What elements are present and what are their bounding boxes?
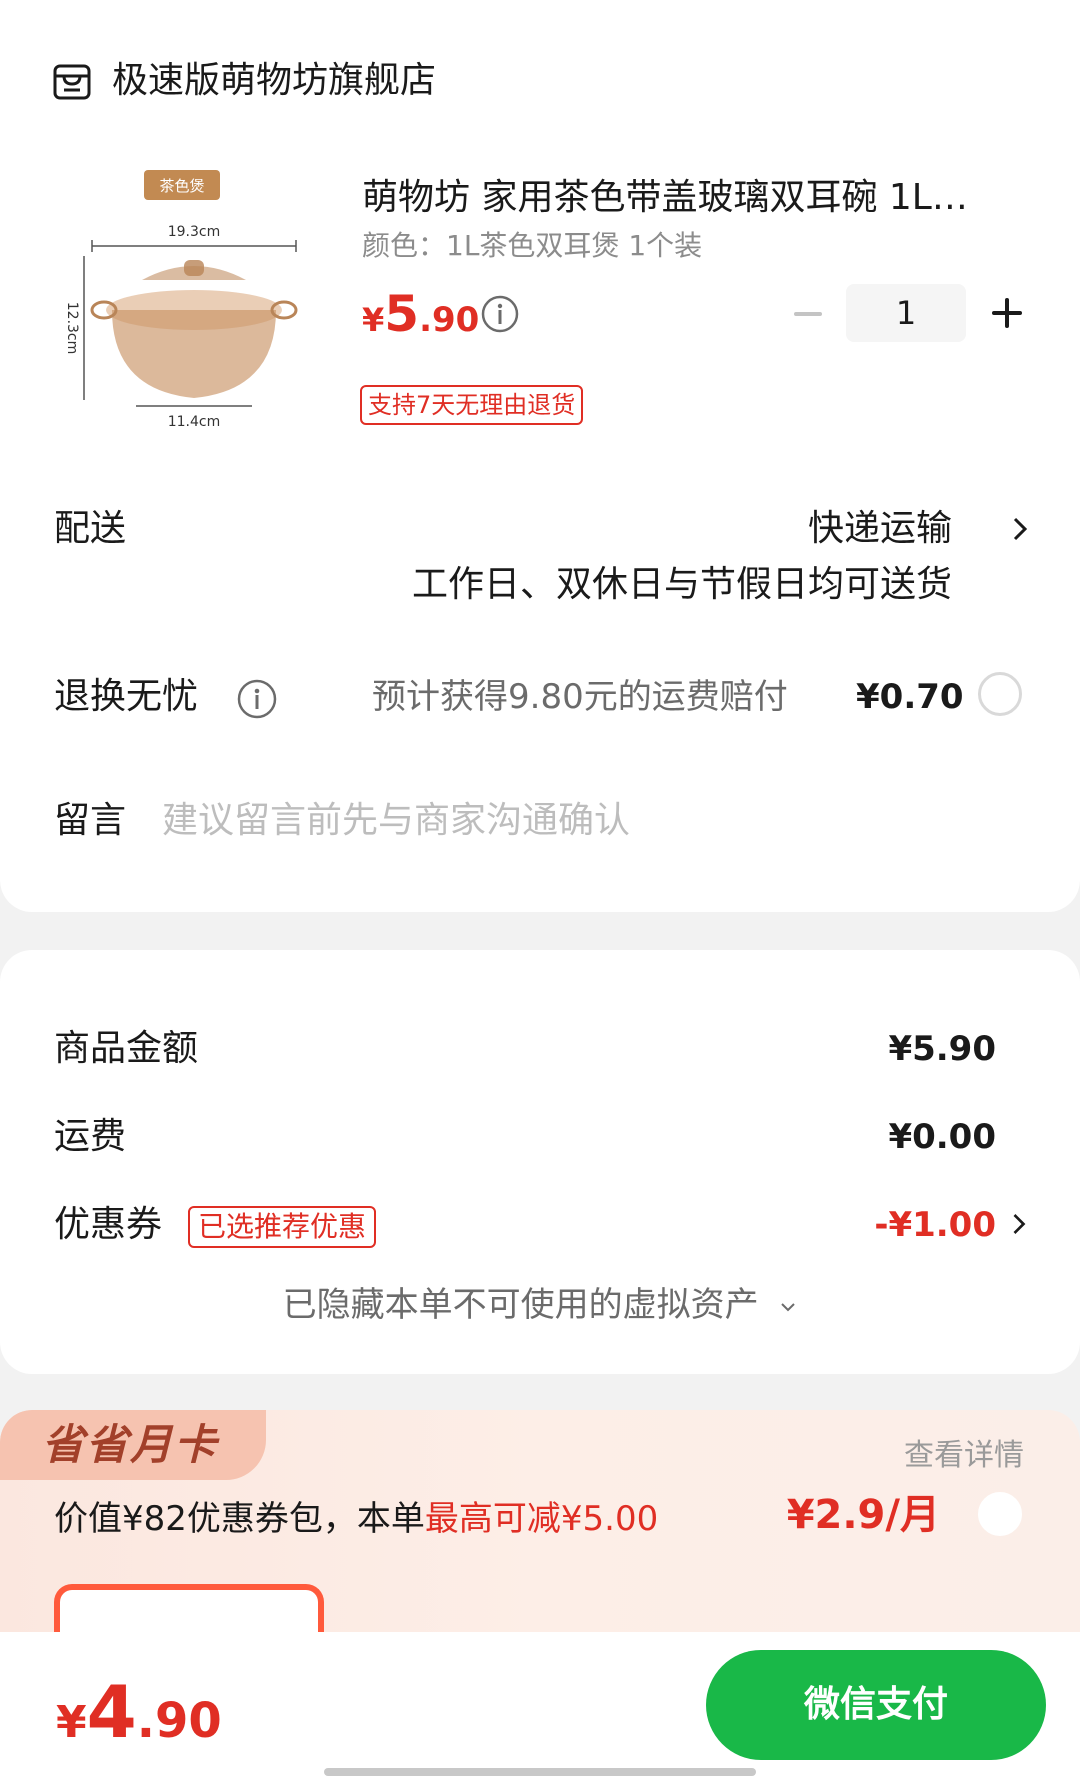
coupon-label: 优惠券 <box>54 1204 163 1245</box>
product-title[interactable]: 萌物坊 家用茶色带盖玻璃双耳碗 1L… <box>362 172 1012 224</box>
shipping-label: 运费 <box>54 1116 127 1157</box>
returns-price: ¥0.70 <box>856 677 964 717</box>
home-indicator[interactable] <box>324 1768 756 1776</box>
shipping-value: ¥0.00 <box>888 1117 996 1157</box>
goods-amount-label: 商品金额 <box>54 1028 199 1069</box>
hidden-assets-toggle[interactable]: 已隐藏本单不可使用的虚拟资产 <box>0 1280 1080 1330</box>
promo-description: 价值¥82优惠券包，本单最高可减¥5.00 <box>54 1494 658 1544</box>
promo-tag: 省省月卡 <box>0 1410 266 1480</box>
quantity-minus-button[interactable] <box>788 294 828 334</box>
delivery-method[interactable]: 快递运输 <box>808 504 952 554</box>
promo-radio[interactable] <box>978 1492 1022 1536</box>
goods-amount-value: ¥5.90 <box>888 1029 996 1069</box>
chevron-down-icon <box>781 1302 796 1311</box>
quantity-plus-button[interactable] <box>986 292 1028 334</box>
dim-base: 11.4cm <box>168 414 221 430</box>
returns-label: 退换无忧 <box>54 676 199 717</box>
quantity-value[interactable]: 1 <box>846 284 966 342</box>
store-name[interactable]: 极速版萌物坊旗舰店 <box>112 56 436 106</box>
wechat-pay-button[interactable]: 微信支付 <box>706 1650 1046 1760</box>
dim-height: 12.3cm <box>64 302 80 355</box>
info-icon[interactable] <box>480 294 520 334</box>
total-price: ¥4.90 <box>56 1672 222 1772</box>
promo-desc-highlight: 最高可减¥5.00 <box>424 1499 659 1539</box>
product-image-tag: 茶色煲 <box>159 177 204 195</box>
product-image[interactable]: 茶色煲 19.3cm 12.3cm 11.4cm <box>52 160 312 440</box>
promo-tag-text: 省省月卡 <box>42 1420 219 1469</box>
product-spec[interactable]: 颜色：1L茶色双耳煲 1个装 <box>362 226 702 266</box>
promo-price: ¥2.9/月 <box>786 1492 940 1538</box>
coupon-badge: 已选推荐优惠 <box>188 1206 377 1248</box>
returns-radio[interactable] <box>978 672 1022 716</box>
order-card: 极速版萌物坊旗舰店 茶色煲 19.3cm 12.3cm 11.4cm 萌物坊 家… <box>0 0 1080 912</box>
price-currency: ¥ <box>362 301 385 339</box>
info-icon[interactable] <box>236 678 278 720</box>
return-policy-badge: 支持7天无理由退货 <box>360 385 584 425</box>
hidden-assets-text: 已隐藏本单不可使用的虚拟资产 <box>282 1285 759 1325</box>
chevron-right-icon[interactable] <box>1010 514 1030 544</box>
delivery-note: 工作日、双休日与节假日均可送货 <box>411 564 952 605</box>
chevron-right-icon[interactable] <box>1010 1210 1028 1238</box>
coupon-discount[interactable]: -¥1.00 <box>874 1200 996 1250</box>
returns-description: 预计获得9.80元的运费赔付 <box>372 677 788 717</box>
delivery-label: 配送 <box>54 508 127 549</box>
price-decimal: .90 <box>419 300 480 340</box>
store-icon <box>53 64 91 100</box>
message-label: 留言 <box>54 800 127 841</box>
checkout-bar: ¥4.90 微信支付 <box>0 1632 1080 1780</box>
product-price: ¥5.90 <box>362 284 479 356</box>
price-integer: 5 <box>384 285 420 343</box>
total-currency: ¥ <box>56 1697 87 1748</box>
total-integer: 4 <box>86 1670 137 1754</box>
view-details-link[interactable]: 查看详情 <box>904 1434 1024 1478</box>
message-input[interactable]: 建议留言前先与商家沟通确认 <box>162 796 630 846</box>
promo-desc-prefix: 价值¥82优惠券包，本单 <box>54 1499 425 1539</box>
dim-width: 19.3cm <box>168 224 221 240</box>
total-decimal: .90 <box>136 1693 222 1749</box>
